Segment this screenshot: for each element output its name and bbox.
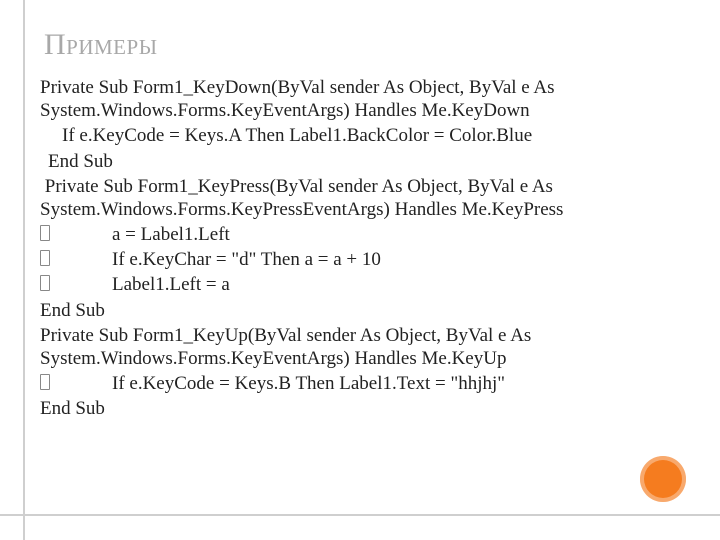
bullet-text: Label1.Left = a — [112, 274, 230, 295]
bullet-text: a = Label1.Left — [112, 224, 230, 245]
code-line: Private Sub Form1_KeyUp(ByVal sender As … — [40, 324, 680, 370]
bullet-text: If e.KeyChar = "d" Then a = a + 10 — [112, 249, 381, 270]
bullet-marker-icon — [40, 275, 50, 291]
code-line: If e.KeyCode = Keys.A Then Label1.BackCo… — [40, 124, 680, 147]
slide: Примеры Private Sub Form1_KeyDown(ByVal … — [0, 0, 720, 540]
code-line: Private Sub Form1_KeyPress(ByVal sender … — [40, 175, 680, 221]
code-line: End Sub — [40, 397, 680, 420]
code-line: End Sub — [40, 299, 680, 322]
code-line: End Sub — [40, 150, 680, 173]
decorative-horizontal-line — [0, 514, 720, 516]
bullet-item: If e.KeyCode = Keys.B Then Label1.Text =… — [40, 372, 680, 395]
bullet-marker-icon — [40, 250, 50, 266]
bullet-item: Label1.Left = a — [40, 273, 680, 296]
bullet-marker-icon — [40, 374, 50, 390]
bullet-text: If e.KeyCode = Keys.B Then Label1.Text =… — [112, 373, 505, 394]
slide-body: Private Sub Form1_KeyDown(ByVal sender A… — [40, 76, 680, 420]
slide-title: Примеры — [44, 28, 680, 62]
bullet-item: a = Label1.Left — [40, 223, 680, 246]
decorative-circle-icon — [640, 456, 686, 502]
bullet-marker-icon — [40, 225, 50, 241]
decorative-vertical-line — [23, 0, 25, 540]
bullet-item: If e.KeyChar = "d" Then a = a + 10 — [40, 248, 680, 271]
code-line: Private Sub Form1_KeyDown(ByVal sender A… — [40, 76, 680, 122]
